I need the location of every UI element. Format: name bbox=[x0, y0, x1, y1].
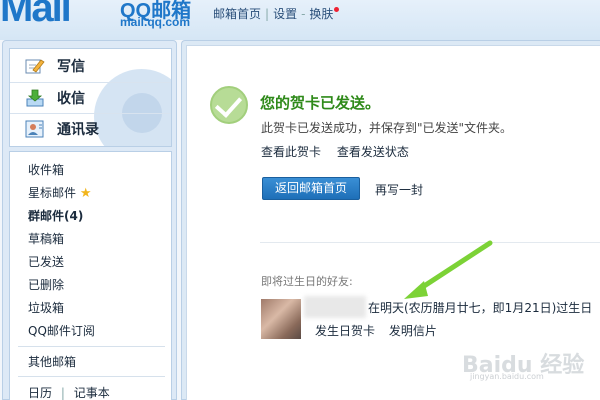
folder-list: 收件箱 星标邮件 ★ 群邮件(4) 草稿箱 已发送 已删除 垃圾箱 QQ邮件订阅… bbox=[9, 151, 172, 400]
return-home-button[interactable]: 返回邮箱首页 bbox=[262, 177, 360, 200]
folder-divider bbox=[18, 376, 165, 377]
folder-other-mailboxes[interactable]: 其他邮箱 bbox=[28, 353, 76, 370]
qq-mail-logo[interactable]: Mail bbox=[0, 0, 72, 30]
new-badge-dot bbox=[334, 7, 340, 12]
send-birthday-card-link[interactable]: 发生日贺卡 bbox=[315, 324, 375, 338]
view-card-link[interactable]: 查看此贺卡 bbox=[261, 145, 321, 159]
top-nav: 邮箱首页 | 设置 - 换肤 bbox=[213, 5, 340, 22]
section-divider bbox=[260, 242, 600, 243]
folder-starred-label: 星标邮件 bbox=[28, 186, 77, 200]
star-icon: ★ bbox=[79, 186, 92, 201]
folder-subscriptions[interactable]: QQ邮件订阅 bbox=[28, 322, 95, 339]
bottom-links: 日历 | 记事本 bbox=[28, 384, 110, 400]
compose-button[interactable]: 写信 bbox=[10, 51, 171, 81]
inbox-fetch-button[interactable]: 收信 bbox=[10, 82, 171, 112]
nav-mail-home[interactable]: 邮箱首页 bbox=[213, 7, 261, 21]
header: Mail QQ邮箱 mail.qq.com 邮箱首页 | 设置 - 换肤 bbox=[0, 0, 600, 40]
success-title: 您的贺卡已发送。 bbox=[260, 94, 381, 112]
friend-avatar[interactable] bbox=[261, 299, 301, 339]
folder-divider bbox=[18, 346, 165, 347]
nav-settings[interactable]: 设置 bbox=[273, 7, 297, 21]
compose-box: 写信 收信 通讯录 bbox=[9, 48, 172, 147]
nav-separator: - bbox=[301, 7, 306, 21]
main-panel: 您的贺卡已发送。 此贺卡已发送成功，并保存到"已发送"文件夹。 查看此贺卡 查看… bbox=[181, 40, 600, 400]
contacts-icon bbox=[25, 120, 45, 138]
baidu-watermark-url: jingyan.baidu.com bbox=[470, 372, 544, 381]
folder-group-mail[interactable]: 群邮件(4) bbox=[28, 207, 83, 224]
folder-deleted[interactable]: 已删除 bbox=[28, 276, 64, 293]
fetch-label: 收信 bbox=[57, 90, 85, 107]
success-description: 此贺卡已发送成功，并保存到"已发送"文件夹。 bbox=[261, 121, 513, 135]
logo-domain: mail.qq.com bbox=[120, 15, 191, 29]
contacts-label: 通讯录 bbox=[57, 121, 99, 138]
birthday-label: 即将过生日的好友: bbox=[261, 275, 353, 288]
calendar-link[interactable]: 日历 bbox=[28, 386, 52, 400]
write-again-link[interactable]: 再写一封 bbox=[375, 181, 423, 198]
link-separator: | bbox=[60, 386, 65, 400]
compose-label: 写信 bbox=[57, 59, 85, 75]
folder-drafts[interactable]: 草稿箱 bbox=[28, 230, 64, 247]
card-links: 查看此贺卡 查看发送状态 bbox=[261, 143, 421, 160]
birthday-actions: 发生日贺卡 发明信片 bbox=[315, 322, 447, 339]
success-check-icon bbox=[210, 86, 248, 124]
contacts-button[interactable]: 通讯录 bbox=[10, 113, 171, 143]
birthday-text: 在明天(农历腊月廿七，即1月21日)过生日 bbox=[368, 301, 593, 315]
download-icon bbox=[25, 89, 45, 107]
pencil-icon bbox=[25, 57, 45, 75]
folder-inbox[interactable]: 收件箱 bbox=[28, 161, 64, 178]
send-postcard-link[interactable]: 发明信片 bbox=[389, 324, 437, 338]
folder-sent[interactable]: 已发送 bbox=[28, 253, 64, 270]
folder-spam[interactable]: 垃圾箱 bbox=[28, 299, 64, 316]
sidebar: 写信 收信 通讯录 收件箱 星标邮件 ★ 群邮件(4) 草稿箱 已发送 已删除 … bbox=[2, 40, 177, 400]
nav-separator: | bbox=[265, 7, 270, 21]
friend-name-redacted bbox=[304, 296, 366, 318]
notepad-link[interactable]: 记事本 bbox=[74, 386, 110, 400]
folder-starred[interactable]: 星标邮件 ★ bbox=[28, 184, 92, 201]
view-status-link[interactable]: 查看发送状态 bbox=[337, 145, 409, 159]
nav-skin[interactable]: 换肤 bbox=[309, 7, 333, 21]
